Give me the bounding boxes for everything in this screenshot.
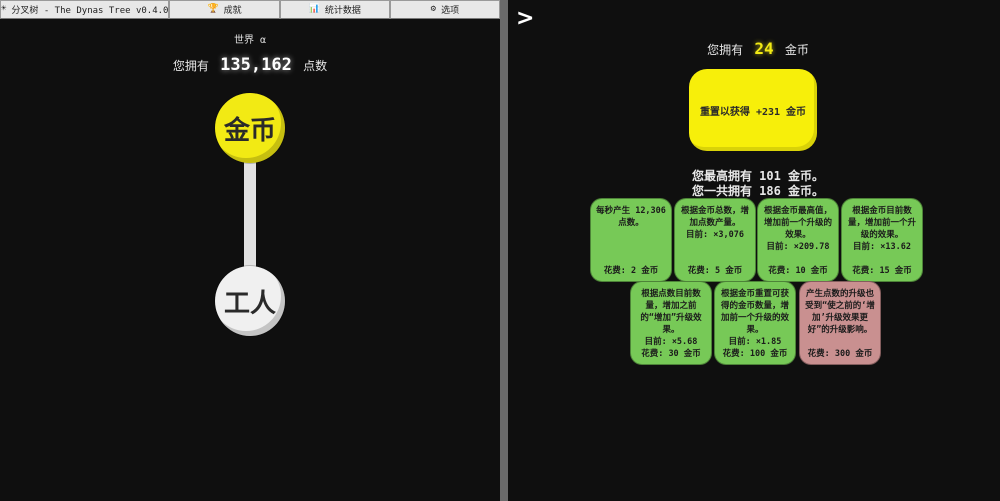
upgrade-current-effect: 目前: ×13.62 [853, 242, 911, 252]
upgrade-description: 根据金币目前数量，增加前一个升级的效果。 目前: ×13.62 [847, 206, 916, 252]
tree-pane: ☀ 分叉树 - The Dynas Tree v0.4.0 🏆 成就 📊 统计数… [0, 0, 500, 501]
upgrade-card-locked[interactable]: 产生点数的升级也受到“使之前的‘增加’升级效果更好”的升级影响。 花费: 300… [799, 281, 881, 365]
coins-prefix: 您拥有 [707, 43, 744, 57]
points-suffix: 点数 [303, 59, 328, 73]
tab-info[interactable]: ☀ 分叉树 - The Dynas Tree v0.4.0 [0, 0, 170, 19]
upgrade-cost: 花费: 100 金币 [722, 349, 788, 359]
upgrade-cost: 花费: 30 金币 [641, 349, 701, 359]
worker-layer-node[interactable]: 工人 [215, 266, 285, 336]
reset-button[interactable]: 重置以获得 +231 金币 [689, 69, 817, 151]
upgrade-card[interactable]: 根据金币目前数量，增加前一个升级的效果。 目前: ×13.62 花费: 15 金币 [841, 198, 923, 282]
upgrade-cost: 花费: 15 金币 [852, 266, 912, 276]
upgrade-description: 根据金币重置可获得的金币数量，增加前一个升级的效果。 目前: ×1.85 [720, 289, 789, 347]
upgrade-current-effect: 目前: ×1.85 [728, 337, 782, 347]
tab-achievements[interactable]: 🏆 成就 [169, 0, 280, 19]
upgrade-card[interactable]: 每秒产生 12,306 点数。 花费: 2 金币 [590, 198, 672, 282]
tree-connector [244, 150, 256, 280]
upgrade-cost: 花费: 300 金币 [807, 349, 873, 359]
gear-icon: ⚙ [430, 4, 437, 14]
tab-options[interactable]: ⚙ 选项 [389, 0, 500, 19]
sun-icon: ☀ [1, 4, 7, 14]
layer-pane: > 您拥有 24 金币 重置以获得 +231 金币 您最高拥有 101 金币。 … [508, 0, 1000, 501]
tab-statistics-label: 统计数据 [324, 6, 361, 16]
upgrade-cost: 花费: 2 金币 [603, 266, 659, 276]
coins-suffix: 金币 [784, 43, 809, 57]
tab-bar: ☀ 分叉树 - The Dynas Tree v0.4.0 🏆 成就 📊 统计数… [0, 0, 500, 19]
upgrade-current-effect: 目前: ×5.68 [644, 337, 698, 347]
upgrade-card[interactable]: 根据金币最高值，增加前一个升级的效果。 目前: ×209.78 花费: 10 金币 [757, 198, 839, 282]
bar-chart-icon: 📊 [308, 4, 320, 14]
upgrade-current-effect: 目前: ×209.78 [766, 242, 830, 252]
coins-display: 您拥有 24 金币 [508, 39, 1000, 58]
upgrade-description: 根据金币最高值，增加前一个升级的效果。 目前: ×209.78 [763, 206, 832, 252]
points-value: 135,162 [220, 55, 292, 75]
back-button[interactable]: > [516, 6, 534, 31]
upgrade-card[interactable]: 根据金币重置可获得的金币数量，增加前一个升级的效果。 目前: ×1.85 花费: … [714, 281, 796, 365]
upgrade-card[interactable]: 根据点数目前数量，增加之前的“增加”升级效果。 目前: ×5.68 花费: 30 … [630, 281, 712, 365]
upgrade-card[interactable]: 根据金币总数，增加点数产量。 目前: ×3,076 花费: 5 金币 [674, 198, 756, 282]
upgrade-description: 每秒产生 12,306 点数。 [596, 206, 666, 228]
upgrade-description: 根据点数目前数量，增加之前的“增加”升级效果。 目前: ×5.68 [640, 289, 702, 347]
tab-info-label: 分叉树 - The Dynas Tree v0.4.0 [11, 6, 169, 16]
points-display: 您拥有 135,162 点数 [0, 55, 500, 75]
upgrade-description: 产生点数的升级也受到“使之前的‘增加’升级效果更好”的升级影响。 [805, 289, 875, 335]
coin-layer-node[interactable]: 金币 [215, 93, 285, 163]
tab-options-label: 选项 [441, 6, 460, 16]
points-prefix: 您拥有 [172, 59, 209, 73]
pane-divider[interactable] [500, 0, 508, 501]
total-coins-text: 您一共拥有 186 金币。 [691, 184, 825, 198]
world-label: 世界 α [233, 35, 267, 46]
tab-achievements-label: 成就 [223, 6, 242, 16]
coins-value: 24 [754, 39, 774, 58]
upgrade-current-effect: 目前: ×3,076 [686, 230, 744, 240]
trophy-icon: 🏆 [207, 4, 219, 14]
upgrade-cost: 花费: 5 金币 [687, 266, 743, 276]
upgrade-description: 根据金币总数，增加点数产量。 目前: ×3,076 [680, 206, 749, 240]
upgrade-cost: 花费: 10 金币 [768, 266, 828, 276]
tab-statistics[interactable]: 📊 统计数据 [279, 0, 390, 19]
